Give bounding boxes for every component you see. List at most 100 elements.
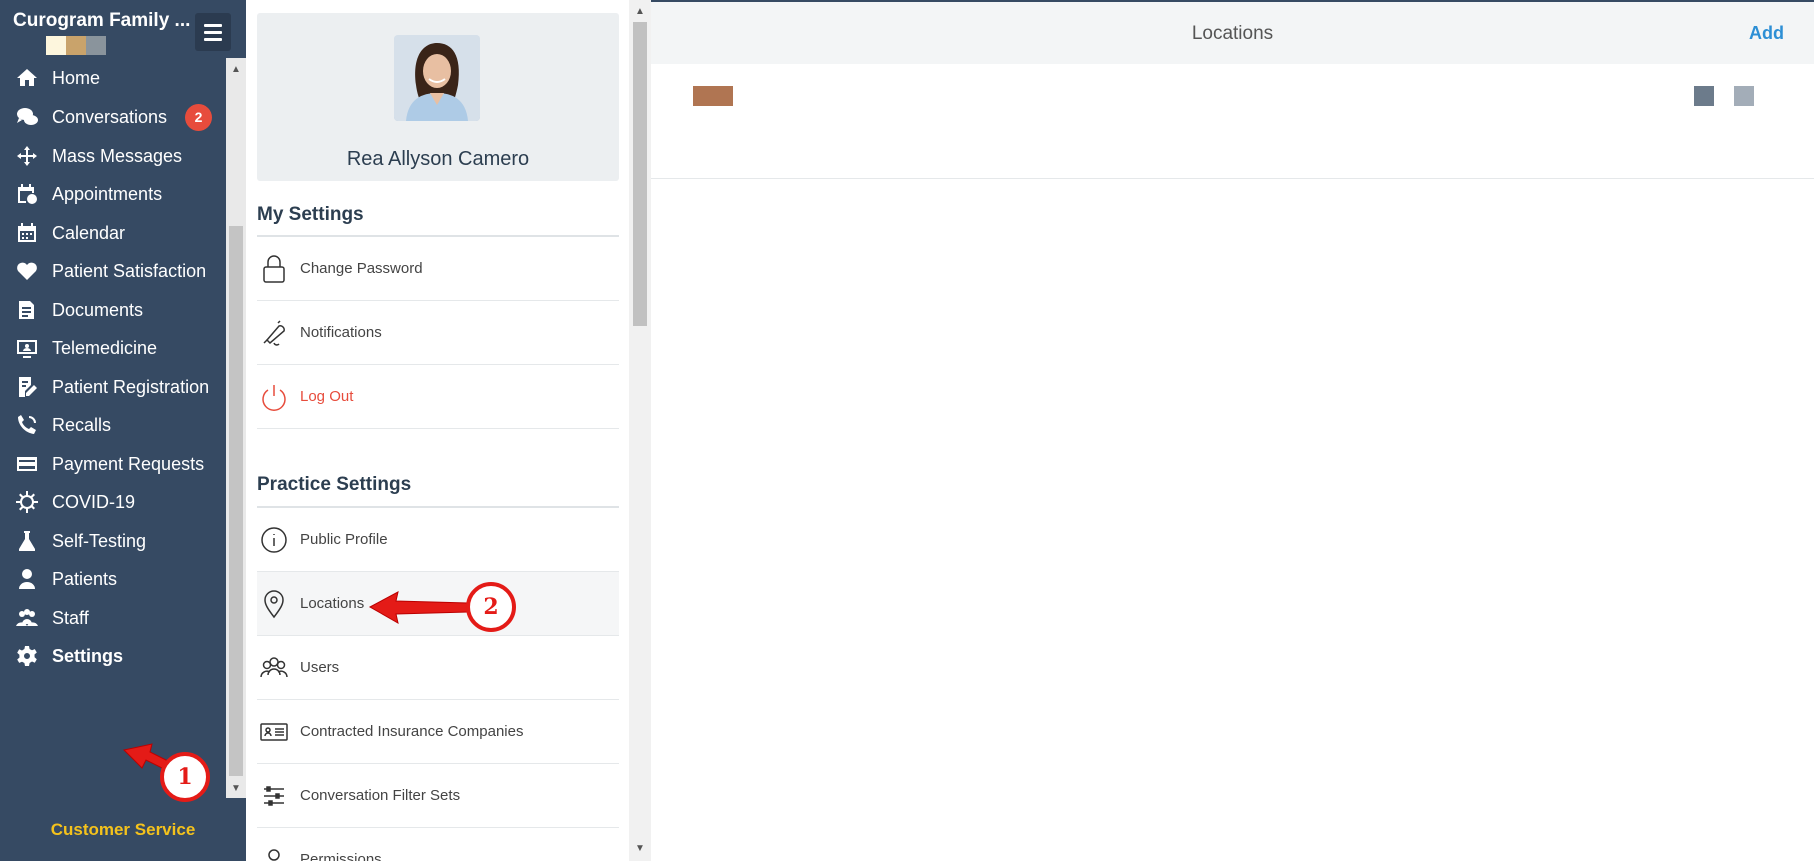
sidebar-item-recalls[interactable]: Recalls — [0, 405, 226, 445]
public-profile-item[interactable]: Public Profile — [257, 508, 619, 572]
logo-swatch — [46, 36, 66, 55]
documents-icon — [14, 297, 40, 323]
sidebar-item-label: Staff — [52, 607, 89, 628]
permissions-item[interactable]: Permissions — [257, 828, 619, 861]
calendar-clock-icon — [14, 181, 40, 207]
sidebar-item-label: Patient Registration — [52, 376, 210, 397]
annotation-callout-2: 2 — [466, 582, 516, 632]
settings-scrollbar[interactable]: ▲ ▼ — [629, 0, 651, 861]
sidebar-scrollbar[interactable]: ▲ ▼ — [226, 58, 246, 798]
person-icon — [258, 844, 290, 861]
sidebar-item-telemedicine[interactable]: Telemedicine — [0, 328, 226, 368]
sidebar-item-patient-registration[interactable]: Patient Registration — [0, 367, 226, 407]
sidebar-item-calendar[interactable]: Calendar — [0, 213, 226, 253]
avatar[interactable] — [394, 35, 480, 121]
unread-count-badge: 2 — [185, 103, 212, 131]
sidebar-item-label: Conversations — [52, 106, 168, 127]
profile-name: Rea Allyson Camero — [346, 148, 530, 170]
staff-icon — [14, 605, 40, 631]
menu-item-label: Users — [300, 659, 340, 676]
sidebar-item-patient-satisfaction[interactable]: Patient Satisfaction — [0, 251, 226, 291]
scroll-up-icon[interactable]: ▲ — [231, 64, 241, 75]
my-settings-heading: My Settings — [257, 204, 364, 225]
sidebar-item-settings[interactable]: Settings — [0, 636, 226, 676]
profile-card: Rea Allyson Camero — [257, 13, 619, 181]
sidebar-item-appointments[interactable]: Appointments — [0, 174, 226, 214]
sidebar-item-conversations[interactable]: Conversations 2 — [0, 97, 226, 137]
calendar-icon — [14, 220, 40, 246]
logo-swatch — [66, 36, 86, 55]
sidebar-item-label: Appointments — [52, 183, 163, 204]
locations-item[interactable]: Locations — [257, 572, 619, 636]
info-icon — [258, 524, 290, 556]
main-header: Locations Add — [651, 0, 1814, 64]
menu-item-label: Change Password — [300, 260, 423, 277]
menu-item-label: Contracted Insurance Companies — [300, 723, 524, 740]
menu-item-label: Locations — [300, 595, 365, 612]
scroll-up-icon[interactable]: ▲ — [635, 6, 645, 17]
delete-location-button[interactable] — [1734, 86, 1754, 106]
chat-icon — [14, 104, 40, 130]
scrollbar-thumb[interactable] — [633, 22, 647, 326]
power-icon — [258, 381, 290, 413]
settings-panel: Rea Allyson Camero My Settings Change Pa… — [246, 0, 629, 861]
practice-settings-heading: Practice Settings — [257, 474, 412, 495]
heart-icon — [14, 258, 40, 284]
sidebar-item-home[interactable]: Home — [0, 58, 226, 98]
menu-item-label: Log Out — [300, 388, 354, 405]
telemedicine-icon — [14, 335, 40, 361]
id-card-icon — [258, 716, 290, 748]
sidebar-item-label: Telemedicine — [52, 337, 158, 358]
page-title: Locations — [1191, 23, 1274, 44]
location-row[interactable] — [651, 64, 1814, 179]
sidebar-item-label: Documents — [52, 299, 144, 320]
practice-name[interactable]: Curogram Family ... — [13, 10, 190, 32]
flask-icon — [14, 528, 40, 554]
sliders-icon — [258, 780, 290, 812]
edit-location-button[interactable] — [1694, 86, 1714, 106]
logout-item[interactable]: Log Out — [257, 365, 619, 429]
broadcast-icon — [14, 143, 40, 169]
customer-service-link[interactable]: Customer Service — [0, 820, 246, 840]
users-icon — [258, 652, 290, 684]
scroll-down-icon[interactable]: ▼ — [231, 783, 241, 794]
sidebar-item-label: Recalls — [52, 414, 112, 435]
notifications-item[interactable]: Notifications — [257, 301, 619, 365]
practice-logo — [46, 36, 106, 55]
sidebar-item-label: Calendar — [52, 222, 126, 243]
patient-icon — [14, 566, 40, 592]
sidebar-item-patients[interactable]: Patients — [0, 559, 226, 599]
sidebar-item-label: COVID-19 — [52, 491, 136, 512]
conversation-filter-sets-item[interactable]: Conversation Filter Sets — [257, 764, 619, 828]
sidebar-item-self-testing[interactable]: Self-Testing — [0, 521, 226, 561]
contracted-insurance-companies-item[interactable]: Contracted Insurance Companies — [257, 700, 619, 764]
location-color-swatch — [693, 86, 733, 106]
lock-icon — [258, 253, 290, 285]
menu-item-label: Public Profile — [300, 531, 388, 548]
logo-swatch — [86, 36, 106, 55]
sidebar: Curogram Family ... Home Conversations 2… — [0, 0, 246, 861]
gear-icon — [14, 643, 40, 669]
sidebar-item-label: Home — [52, 67, 101, 88]
main-content: Locations Add — [651, 0, 1814, 861]
menu-item-label: Permissions — [300, 851, 382, 861]
sidebar-item-label: Patient Satisfaction — [52, 260, 207, 281]
sidebar-item-label: Self-Testing — [52, 530, 147, 551]
annotation-callout-1: 1 — [160, 752, 210, 802]
sidebar-item-covid-19[interactable]: COVID-19 — [0, 482, 226, 522]
sidebar-item-documents[interactable]: Documents — [0, 290, 226, 330]
hamburger-icon — [204, 23, 222, 27]
scroll-down-icon[interactable]: ▼ — [635, 843, 645, 854]
scrollbar-thumb[interactable] — [229, 226, 243, 776]
add-location-button[interactable]: Add — [1749, 23, 1784, 44]
users-item[interactable]: Users — [257, 636, 619, 700]
registration-icon — [14, 374, 40, 400]
menu-item-label: Conversation Filter Sets — [300, 787, 461, 804]
credit-card-icon — [14, 451, 40, 477]
sidebar-item-staff[interactable]: Staff — [0, 598, 226, 638]
menu-toggle-button[interactable] — [195, 13, 231, 51]
sidebar-item-payment-requests[interactable]: Payment Requests — [0, 444, 226, 484]
sidebar-item-mass-messages[interactable]: Mass Messages — [0, 136, 226, 176]
change-password-item[interactable]: Change Password — [257, 237, 619, 301]
phone-recall-icon — [14, 412, 40, 438]
